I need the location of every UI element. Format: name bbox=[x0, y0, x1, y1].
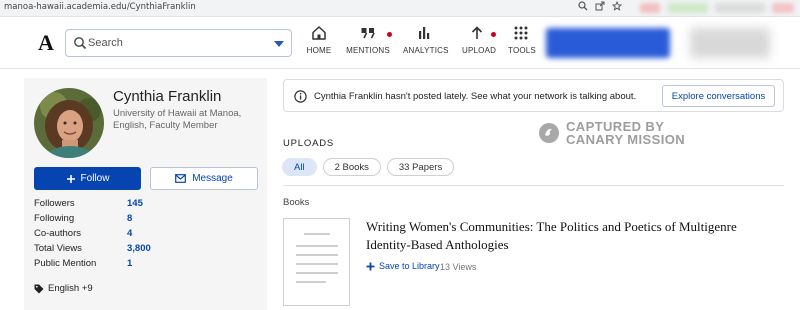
uploads-heading: UPLOADS bbox=[283, 138, 335, 149]
notice-text: Cynthia Franklin hasn't posted lately. S… bbox=[314, 91, 637, 102]
academia-logo[interactable]: A bbox=[38, 30, 54, 56]
book-thumbnail[interactable] bbox=[283, 218, 350, 306]
stat-label: Followers bbox=[34, 198, 75, 209]
avatar bbox=[34, 88, 104, 158]
stat-label: Co-authors bbox=[34, 228, 81, 239]
tag-icon bbox=[34, 284, 44, 293]
stat-coauthors[interactable]: Co-authors 4 bbox=[34, 228, 234, 243]
extension-icon[interactable] bbox=[772, 3, 794, 13]
nav-upload-label: UPLOAD bbox=[462, 46, 497, 55]
browser-url-bar[interactable]: manoa-hawaii.academia.edu/CynthiaFrankli… bbox=[0, 0, 800, 17]
stat-value[interactable]: 145 bbox=[127, 198, 143, 213]
zoom-icon[interactable] bbox=[578, 1, 588, 14]
stat-value[interactable]: 4 bbox=[127, 228, 132, 243]
thumbnail-line bbox=[304, 233, 330, 235]
nav-tools[interactable]: TOOLS bbox=[508, 25, 536, 65]
filter-books[interactable]: 2 Books bbox=[322, 158, 381, 176]
stat-label: Following bbox=[34, 213, 75, 224]
stat-value[interactable]: 8 bbox=[127, 213, 132, 228]
save-to-library-label: Save to Library bbox=[379, 261, 440, 271]
stat-label: Total Views bbox=[34, 243, 82, 254]
redacted-user-menu[interactable] bbox=[690, 28, 770, 58]
filter-all[interactable]: All bbox=[282, 158, 317, 176]
search-placeholder[interactable]: Search bbox=[88, 37, 123, 49]
message-button-label: Message bbox=[192, 173, 233, 184]
stat-total-views[interactable]: Total Views 3,800 bbox=[34, 243, 234, 258]
extension-icon[interactable] bbox=[668, 3, 708, 13]
books-section-heading: Books bbox=[283, 197, 310, 208]
search-icon bbox=[73, 36, 87, 50]
stat-following[interactable]: Following 8 bbox=[34, 213, 234, 228]
stat-followers[interactable]: Followers 145 bbox=[34, 198, 234, 213]
thumbnail-line bbox=[296, 245, 338, 247]
nav-analytics-label: ANALYTICS bbox=[403, 46, 449, 55]
nav-mentions[interactable]: MENTIONS bbox=[346, 25, 392, 65]
redacted-account-button[interactable] bbox=[546, 28, 670, 58]
share-icon[interactable] bbox=[595, 1, 605, 14]
star-icon[interactable] bbox=[611, 0, 623, 14]
tools-icon bbox=[514, 26, 528, 40]
plus-icon bbox=[366, 262, 375, 270]
follow-button[interactable]: Follow bbox=[34, 167, 141, 190]
message-button[interactable]: Message bbox=[150, 167, 258, 190]
follow-button-label: Follow bbox=[80, 173, 110, 184]
profile-stats: Followers 145 Following 8 Co-authors 4 T… bbox=[34, 198, 234, 273]
notification-dot bbox=[387, 32, 392, 37]
save-to-library-button[interactable]: Save to Library bbox=[366, 261, 440, 271]
mentions-icon bbox=[361, 28, 375, 39]
stat-value[interactable]: 1 bbox=[127, 258, 132, 273]
analytics-icon bbox=[419, 27, 430, 39]
book-views-count: 13 Views bbox=[440, 262, 477, 272]
info-icon bbox=[294, 90, 307, 103]
nav-home-label: HOME bbox=[306, 46, 332, 55]
stat-label: Public Mention bbox=[34, 258, 97, 269]
plus-icon bbox=[66, 174, 75, 183]
profile-name: Cynthia Franklin bbox=[113, 88, 222, 105]
stat-value[interactable]: 3,800 bbox=[127, 243, 151, 258]
nav-tools-label: TOOLS bbox=[508, 46, 536, 55]
upload-filters: All 2 Books 33 Papers bbox=[282, 158, 455, 176]
thumbnail-line bbox=[296, 254, 338, 256]
thumbnail-line bbox=[296, 281, 326, 283]
envelope-icon bbox=[175, 174, 187, 183]
nav-analytics[interactable]: ANALYTICS bbox=[403, 25, 449, 65]
chevron-down-icon[interactable] bbox=[274, 41, 284, 47]
home-icon bbox=[312, 26, 326, 40]
search-box[interactable]: Search bbox=[65, 29, 292, 57]
extension-icon[interactable] bbox=[640, 3, 660, 13]
profile-card: Cynthia Franklin University of Hawaii at… bbox=[24, 78, 267, 310]
inactivity-notice: Cynthia Franklin hasn't posted lately. S… bbox=[283, 79, 784, 112]
thumbnail-line bbox=[296, 263, 338, 265]
watermark-line-2: CANARY MISSION bbox=[566, 132, 686, 147]
extension-icon[interactable] bbox=[715, 3, 765, 13]
languages-tag[interactable]: English +9 bbox=[34, 283, 93, 294]
notification-dot bbox=[491, 32, 496, 37]
thumbnail-line bbox=[296, 272, 338, 274]
nav-home[interactable]: HOME bbox=[305, 25, 333, 65]
url-text[interactable]: manoa-hawaii.academia.edu/CynthiaFrankli… bbox=[4, 2, 196, 12]
stat-public-mention[interactable]: Public Mention 1 bbox=[34, 258, 234, 273]
site-header: A Search HOME MENTIONS ANALYTICS UPLOAD … bbox=[0, 17, 800, 69]
explore-conversations-button[interactable]: Explore conversations bbox=[662, 85, 775, 107]
nav-upload[interactable]: UPLOAD bbox=[462, 25, 497, 65]
filter-papers[interactable]: 33 Papers bbox=[386, 158, 455, 176]
profile-affiliation: University of Hawaii at Manoa, English, … bbox=[113, 108, 242, 131]
watermark: CAPTURED BY CANARY MISSION bbox=[538, 120, 685, 146]
divider bbox=[283, 185, 784, 186]
languages-label: English +9 bbox=[48, 283, 93, 294]
canary-mission-logo-icon bbox=[539, 123, 559, 143]
upload-icon bbox=[471, 26, 483, 39]
nav-mentions-label: MENTIONS bbox=[346, 46, 390, 55]
book-title-link[interactable]: Writing Women's Communities: The Politic… bbox=[366, 218, 766, 254]
